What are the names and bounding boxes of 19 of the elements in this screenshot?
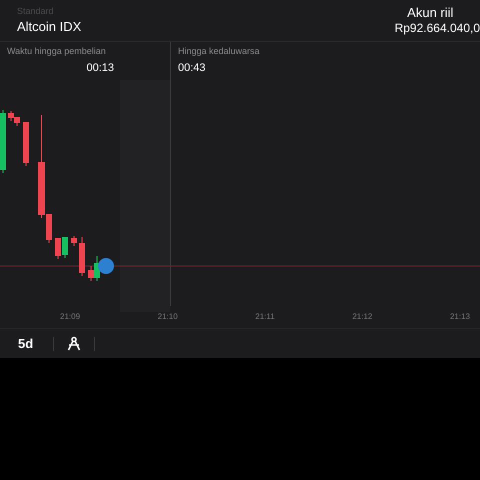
- timer-label: Waktu hingga pembelian: [7, 46, 107, 56]
- timer-label: Hingga kedaluwarsa: [178, 46, 261, 56]
- candle: [0, 110, 6, 174]
- time-tick: 21:11: [255, 312, 275, 323]
- asset-name[interactable]: Altcoin IDX: [17, 19, 82, 34]
- time-tick: 21:13: [450, 312, 470, 323]
- balance: Rp92.664.040,0: [394, 21, 480, 35]
- time-tick: 21:09: [60, 312, 80, 323]
- timeframe-button[interactable]: 5d: [10, 332, 42, 355]
- candle: [23, 122, 29, 166]
- account-label[interactable]: Akun riil: [407, 5, 454, 20]
- candle: [71, 236, 77, 246]
- drawing-tools-icon[interactable]: [66, 336, 82, 352]
- price-marker: [98, 258, 114, 274]
- timer-value: 00:13: [86, 62, 114, 74]
- time-tick: 21:10: [158, 312, 178, 323]
- time-tick: 21:12: [352, 312, 372, 323]
- timer-value: 00:43: [178, 62, 206, 74]
- candle: [79, 236, 85, 276]
